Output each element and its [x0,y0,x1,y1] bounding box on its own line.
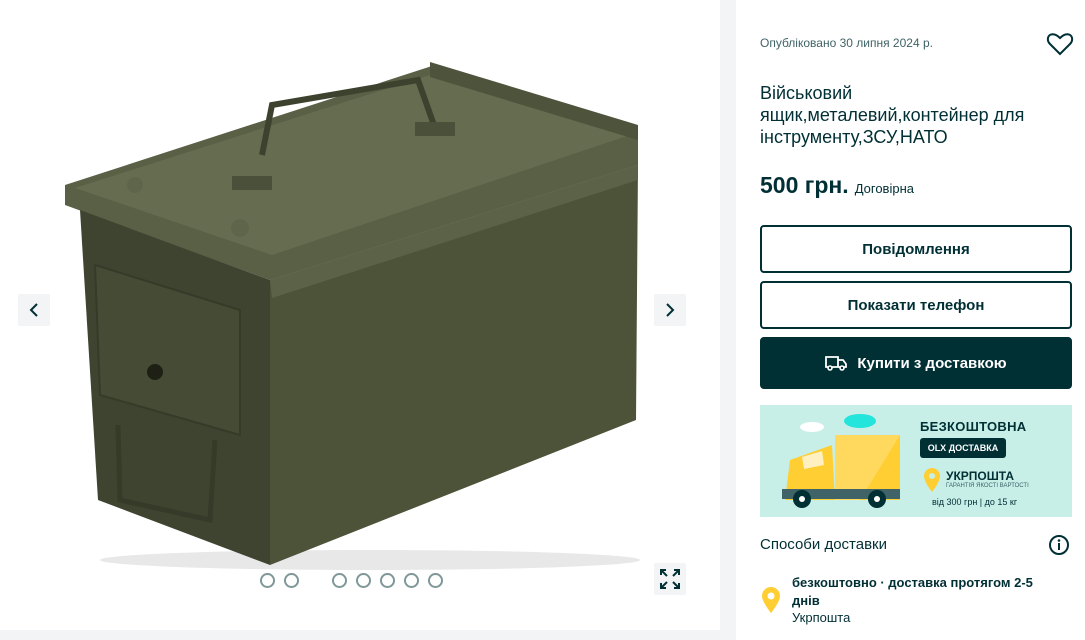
heart-icon[interactable] [1046,30,1074,58]
truck-icon [825,356,848,371]
photo-dot[interactable] [428,573,443,588]
info-icon[interactable] [1048,534,1070,556]
show-phone-button-label: Показати телефон [847,296,985,314]
product-photo[interactable] [40,40,660,580]
message-button-label: Повідомлення [862,240,970,258]
banner-carrier-sub: ГАРАНТІЯ ЯКОСТІ ВАРТОСТІ [946,483,1029,489]
banner-condition: від 300 грн | до 15 кг [932,497,1018,507]
banner-olx-label: OLX ДОСТАВКА [920,438,1006,458]
negotiable-label: Договірна [854,181,914,196]
banner-free-label: БЕЗКОШТОВНА [920,419,1027,434]
posted-date: Опубліковано 30 липня 2024 р. [760,36,933,50]
expand-icon [660,569,680,589]
fullscreen-button[interactable] [654,563,686,595]
buy-with-delivery-button[interactable]: Купити з доставкою [760,337,1072,389]
ad-sidebar: Опубліковано 30 липня 2024 р. Військовий… [736,0,1085,640]
price-row: 500 грн. Договірна [760,172,914,199]
previous-photo-button[interactable] [18,294,50,326]
buy-button-label: Купити з доставкою [857,354,1007,372]
next-photo-button[interactable] [654,294,686,326]
photo-dot[interactable] [404,573,419,588]
delivery-methods-heading: Способи доставки [760,536,887,553]
banner-carrier: УКРПОШТА [946,469,1015,483]
map-pin-icon [762,587,780,613]
image-gallery [0,0,720,630]
ukrposhta-logo-icon [924,468,940,492]
free-delivery-banner[interactable]: БЕЗКОШТОВНА OLX ДОСТАВКА УКРПОШТА ГАРАНТ… [760,405,1072,517]
photo-dot[interactable] [260,573,275,588]
photo-dot[interactable] [380,573,395,588]
message-button[interactable]: Повідомлення [760,225,1072,273]
show-phone-button[interactable]: Показати телефон [760,281,1072,329]
photo-dot[interactable] [356,573,371,588]
chevron-left-icon [29,303,38,317]
price: 500 грн. [760,172,849,198]
chevron-right-icon [666,303,675,317]
photo-dot[interactable] [284,573,299,588]
delivery-option: безкоштовно · доставка протягом 2-5 днів [792,575,1033,608]
photo-dot[interactable] [332,573,347,588]
delivery-carrier: Укрпошта [792,610,851,625]
ad-title: Військовий ящик,металевий,контейнер для … [760,83,1025,147]
